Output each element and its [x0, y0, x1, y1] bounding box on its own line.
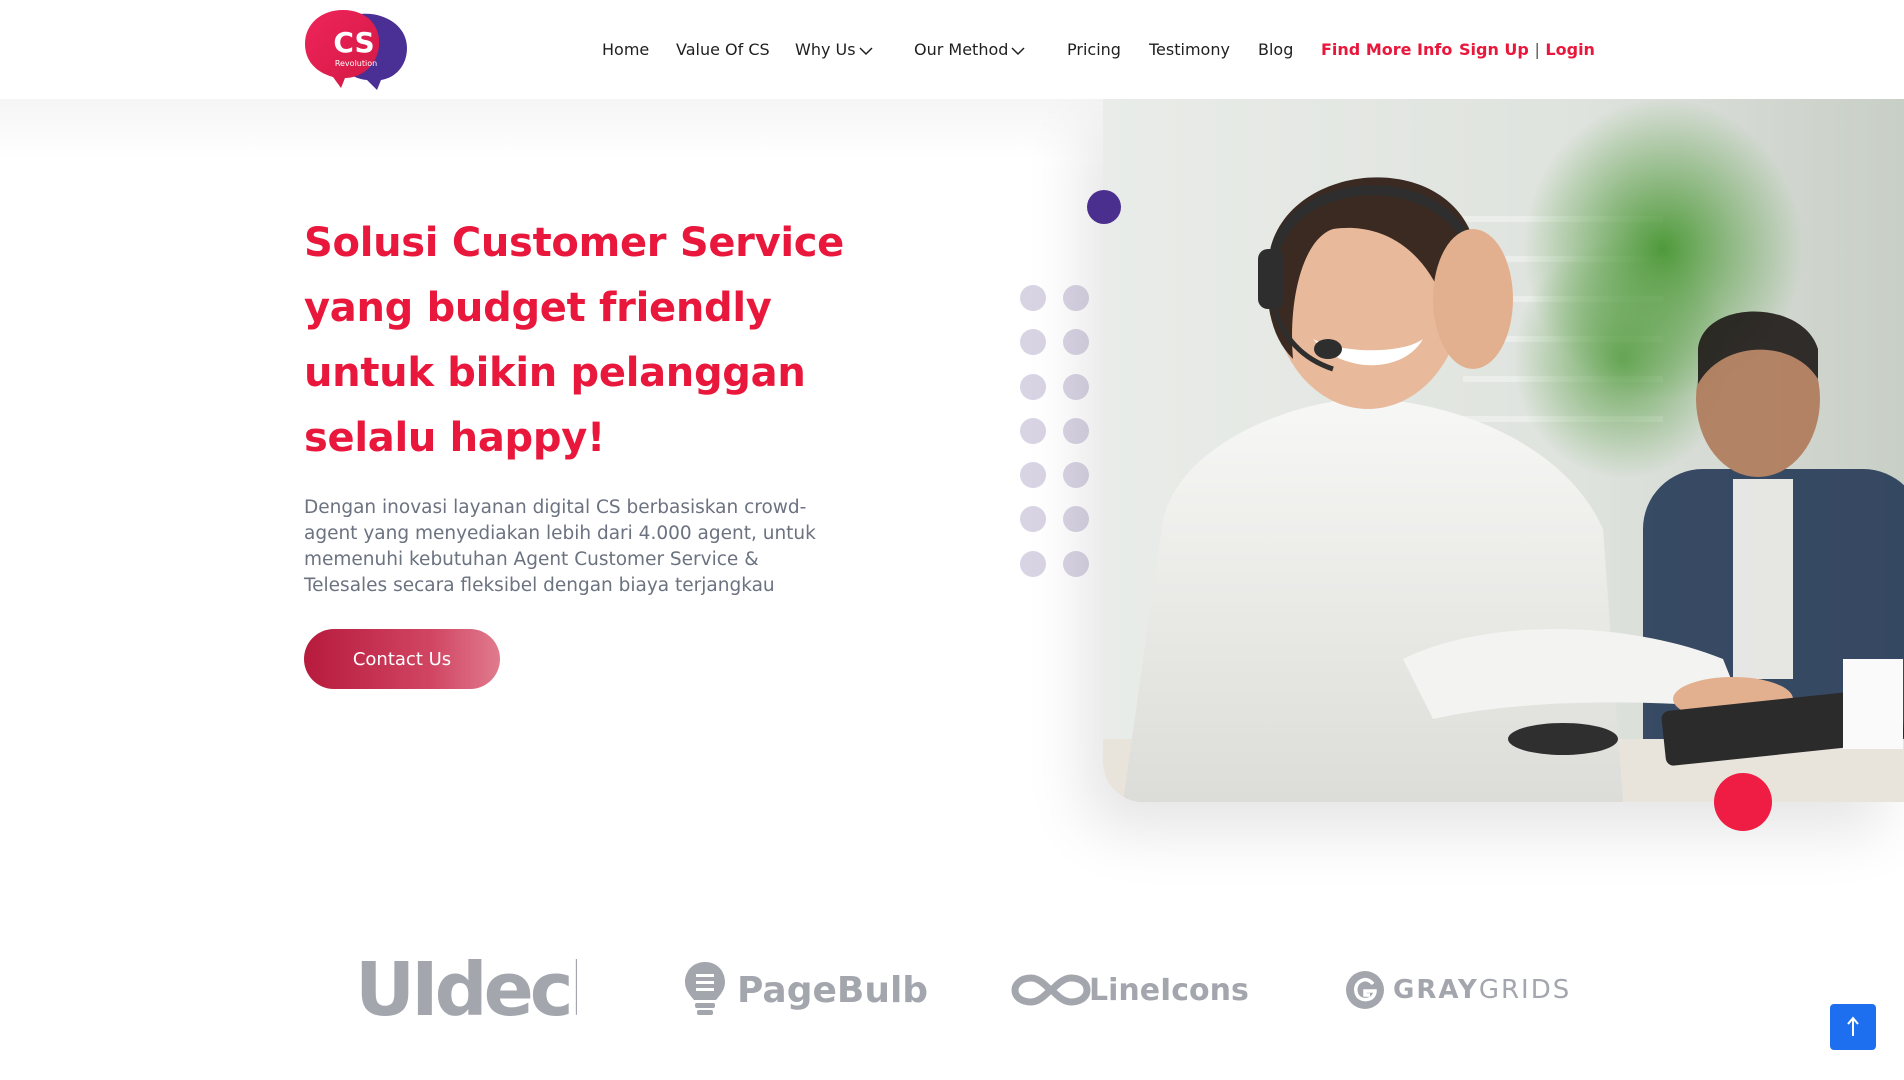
hero-photo [1103, 99, 1904, 802]
partner-uideck: UIdeck [355, 955, 577, 1025]
decorative-red-dot [1714, 773, 1772, 831]
site-header: CS Revolution Home Value Of CS Why Us Ou… [0, 0, 1904, 99]
nav-why-us[interactable]: Why Us [795, 38, 873, 62]
auth-links: Sign Up | Login [1459, 38, 1595, 62]
uideck-logo: UIdeck [355, 959, 577, 1021]
chevron-down-icon [1011, 46, 1025, 55]
hero-description: Dengan inovasi layanan digital CS berbas… [304, 495, 824, 599]
nav-why-us-label: Why Us [795, 40, 856, 59]
partner-graygrids: GRAYGRIDS [1345, 955, 1571, 1025]
nav-pricing[interactable]: Pricing [1067, 38, 1121, 62]
scroll-to-top-button[interactable] [1830, 1004, 1876, 1050]
graygrids-text-bold: GRAY [1393, 975, 1479, 1005]
pagebulb-logo-text: PageBulb [737, 969, 929, 1011]
partner-pagebulb: PageBulb [683, 955, 928, 1025]
nav-find-more-info[interactable]: Find More Info [1321, 38, 1452, 62]
nav-blog[interactable]: Blog [1258, 38, 1293, 62]
customer-service-agents-image [1103, 99, 1904, 802]
login-link[interactable]: Login [1545, 40, 1595, 59]
description-line: Telesales secara fleksibel dengan biaya … [304, 575, 775, 596]
hero-headline: Solusi Customer Service yang budget frie… [304, 211, 864, 471]
contact-us-button[interactable]: Contact Us [304, 629, 500, 689]
graygrids-g-icon [1346, 971, 1384, 1009]
headline-line: Solusi Customer Service [304, 220, 845, 266]
infinity-icon [1011, 974, 1091, 1006]
headline-line: yang budget friendly [304, 285, 772, 331]
uideck-logo-text: UIdeck [355, 959, 577, 1021]
description-line: agent yang menyediakan lebih dari 4.000 … [304, 523, 816, 544]
main-nav: Home Value Of CS Why Us Our Method Prici… [0, 38, 1904, 62]
lightbulb-icon [685, 962, 725, 1015]
graygrids-logo-text: GRAYGRIDS [1393, 975, 1571, 1005]
lineicons-logo-text: LineIcons [1089, 972, 1249, 1008]
sign-up-link[interactable]: Sign Up [1459, 40, 1529, 59]
headline-line: selalu happy! [304, 415, 605, 461]
auth-separator: | [1534, 40, 1540, 59]
decorative-purple-dot [1087, 190, 1121, 224]
nav-value-of-cs[interactable]: Value Of CS [676, 38, 770, 62]
nav-testimony[interactable]: Testimony [1149, 38, 1230, 62]
arrow-up-icon [1847, 1016, 1859, 1036]
graygrids-text-light: GRIDS [1478, 975, 1572, 1005]
partner-lineicons: LineIcons [1011, 955, 1249, 1025]
description-line: memenuhi kebutuhan Agent Customer Servic… [304, 549, 759, 570]
nav-our-method[interactable]: Our Method [914, 38, 1025, 62]
nav-home[interactable]: Home [602, 38, 649, 62]
headline-line: untuk bikin pelanggan [304, 350, 806, 396]
nav-our-method-label: Our Method [914, 40, 1009, 59]
decorative-dot-grid [1020, 285, 1090, 577]
description-line: Dengan inovasi layanan digital CS berbas… [304, 497, 807, 518]
chevron-down-icon [859, 46, 873, 55]
